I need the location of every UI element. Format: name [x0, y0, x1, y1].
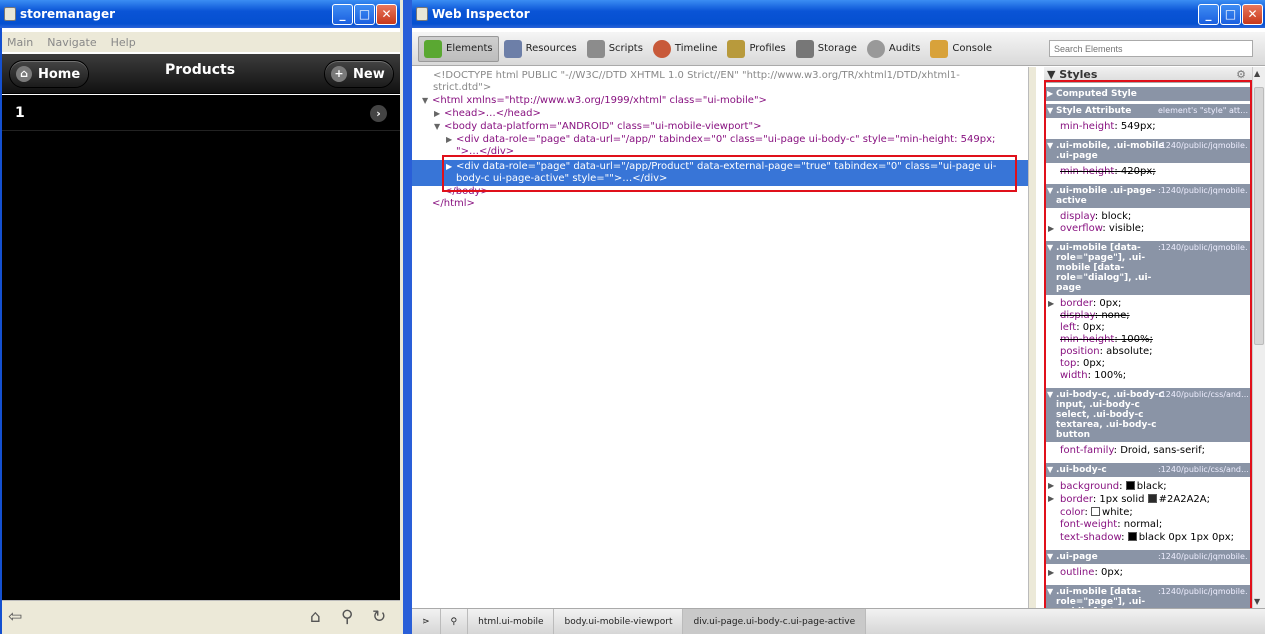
window-border — [0, 28, 2, 634]
highlight-box — [442, 155, 1017, 192]
store-footer: ⇦ ⌂ ⚲ ↻ — [0, 600, 400, 634]
styles-highlight-box — [1044, 80, 1252, 608]
menu-help[interactable]: Help — [111, 36, 136, 49]
scroll-down-icon[interactable]: ▼ — [1254, 597, 1260, 606]
plus-icon: + — [331, 66, 347, 82]
dom-node-body[interactable]: ▼ <body data-platform="ANDROID" class="ui… — [434, 121, 761, 132]
tab-resources-label: Resources — [525, 43, 577, 54]
store-window-titlebar[interactable]: storemanager _ □ ✕ — [0, 0, 400, 28]
dom-node-text: <head>…</head> — [444, 108, 541, 119]
scroll-up-icon[interactable]: ▲ — [1254, 69, 1260, 78]
collapse-triangle-icon[interactable]: ▶ — [434, 109, 444, 118]
inspector-toolbar: Elements Resources Scripts Timeline Prof… — [412, 32, 1265, 66]
search-elements-input[interactable] — [1049, 40, 1253, 57]
doctype-line: <!DOCTYPE html PUBLIC "-//W3C//DTD XHTML… — [433, 70, 960, 81]
expand-triangle-icon[interactable]: ▼ — [422, 96, 432, 105]
tab-audits-label: Audits — [888, 43, 921, 54]
minimize-button[interactable]: _ — [332, 4, 353, 25]
close-button[interactable]: ✕ — [376, 4, 397, 25]
audits-icon — [866, 39, 885, 58]
dom-node-text: <html xmlns="http://www.w3.org/1999/xhtm… — [432, 95, 767, 106]
home-button-label: Home — [38, 66, 81, 82]
expand-triangle-icon[interactable]: ▼ — [434, 122, 444, 131]
tab-console-label: Console — [952, 43, 993, 54]
menu-navigate[interactable]: Navigate — [47, 36, 96, 49]
home-icon: ⌂ — [16, 66, 32, 82]
scripts-icon — [586, 39, 605, 58]
app-icon — [416, 7, 428, 21]
console-icon — [930, 39, 949, 58]
inspector-title: Web Inspector — [432, 7, 530, 21]
tab-audits[interactable]: Audits — [862, 36, 925, 62]
timeline-icon — [652, 39, 671, 58]
home-button[interactable]: ⌂ Home — [9, 60, 90, 88]
dom-node-html[interactable]: ▼ <html xmlns="http://www.w3.org/1999/xht… — [422, 95, 767, 106]
dom-node-div-app[interactable]: ▶ <div data-role="page" data-url="/app/" … — [446, 134, 995, 145]
collapse-triangle-icon[interactable]: ▶ — [446, 135, 456, 144]
tab-profiles[interactable]: Profiles — [722, 36, 790, 62]
inspector-bottom-bar: ⋗ ⚲ html.ui-mobile body.ui-mobile-viewpo… — [412, 608, 1265, 634]
minimize-button[interactable]: _ — [1198, 4, 1219, 25]
new-button-label: New — [353, 66, 385, 82]
doctype-line-cont: strict.dtd"> — [433, 82, 492, 93]
breadcrumb-div[interactable]: div.ui-page.ui-body-c.ui-page-active — [683, 608, 867, 634]
background-window-strip — [400, 0, 412, 634]
app-header: ⌂ Home Products + New — [0, 54, 400, 94]
tab-scripts[interactable]: Scripts — [582, 36, 648, 62]
dom-node-head[interactable]: ▶ <head>…</head> — [434, 108, 541, 119]
dom-node-text: <body data-platform="ANDROID" class="ui-… — [444, 121, 762, 132]
refresh-icon[interactable]: ↻ — [372, 607, 386, 627]
console-toggle-icon[interactable]: ⋗ — [412, 608, 441, 634]
store-window-title: storemanager — [20, 7, 116, 21]
tab-resources[interactable]: Resources — [499, 36, 582, 62]
list-item-label: 1 — [15, 105, 25, 121]
styles-scrollbar[interactable]: ▲ ▼ — [1252, 67, 1265, 608]
tab-elements-label: Elements — [446, 43, 493, 54]
window-border — [403, 0, 412, 634]
new-button[interactable]: + New — [324, 60, 394, 88]
dom-node-html-close: </html> — [432, 198, 475, 209]
breadcrumb-body[interactable]: body.ui-mobile-viewport — [554, 608, 684, 634]
tab-elements[interactable]: Elements — [418, 35, 499, 62]
menu-main[interactable]: Main — [7, 36, 33, 49]
close-button[interactable]: ✕ — [1242, 4, 1263, 25]
dom-node-text: <div data-role="page" data-url="/app/" t… — [456, 134, 996, 145]
app-icon — [4, 7, 16, 21]
tab-profiles-label: Profiles — [749, 43, 786, 54]
tab-storage[interactable]: Storage — [791, 36, 862, 62]
home-outline-icon[interactable]: ⌂ — [310, 607, 321, 627]
panel-splitter[interactable] — [1028, 67, 1036, 608]
magnifier-icon[interactable]: ⚲ — [341, 607, 353, 627]
breadcrumb-html[interactable]: html.ui-mobile — [468, 608, 555, 634]
dom-tree: <!DOCTYPE html PUBLIC "-//W3C//DTD XHTML… — [412, 67, 1028, 608]
scroll-thumb[interactable] — [1254, 87, 1264, 345]
tab-timeline-label: Timeline — [674, 43, 718, 54]
page-title: Products — [164, 62, 236, 78]
chevron-right-icon: › — [370, 105, 387, 122]
store-menubar: Main Navigate Help — [0, 32, 400, 52]
inspector-titlebar[interactable]: Web Inspector _ □ ✕ — [412, 0, 1265, 28]
tab-scripts-label: Scripts — [608, 43, 643, 54]
search-icon[interactable]: ⚲ — [441, 608, 469, 634]
maximize-button[interactable]: □ — [354, 4, 375, 25]
tab-storage-label: Storage — [817, 43, 857, 54]
profiles-icon — [727, 39, 746, 58]
styles-sidebar: ▼ Styles ⚙ ▶ Computed Style ▼ Style Attribut… — [1044, 67, 1252, 608]
resources-icon — [503, 39, 522, 58]
storage-icon — [795, 39, 814, 58]
web-inspector-window: Web Inspector _ □ ✕ Elements Resources S… — [412, 0, 1265, 634]
maximize-button[interactable]: □ — [1220, 4, 1241, 25]
product-list: 1 › — [0, 95, 400, 600]
back-arrow-icon[interactable]: ⇦ — [8, 607, 22, 627]
tab-timeline[interactable]: Timeline — [648, 36, 723, 62]
tab-console[interactable]: Console — [925, 36, 997, 62]
elements-icon — [424, 39, 442, 58]
list-item[interactable]: 1 › — [0, 95, 400, 131]
